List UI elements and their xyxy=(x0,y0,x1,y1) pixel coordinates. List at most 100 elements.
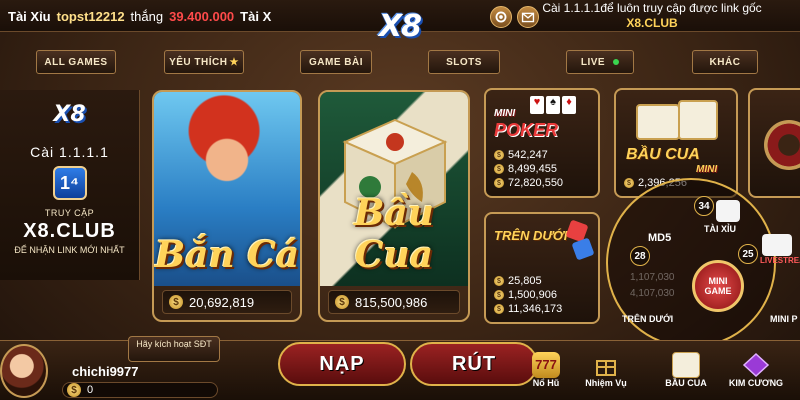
tab-other[interactable]: KHÁC xyxy=(692,50,758,74)
mini-game-button[interactable]: MINI GAME xyxy=(692,260,744,312)
tab-card-games-label: GAME BÀI xyxy=(309,56,363,68)
coin-icon: $ xyxy=(169,295,183,309)
notice-text: Cài 1.1.1.1để luôn truy cập được link gố… xyxy=(542,1,762,15)
mini-poker-partial-label[interactable]: MINI P xyxy=(770,314,798,324)
activate-phone-hint[interactable]: Hãy kích hoạt SĐT xyxy=(128,336,220,362)
game-card-bau-cua[interactable]: Bầu Cua $ 815,500,986 xyxy=(318,90,470,322)
cards-icon: ♥ ♠ ♦ xyxy=(530,96,576,114)
coin-icon: $ xyxy=(494,164,504,174)
value-row: $11,346,173 xyxy=(494,302,562,316)
bau-cua-title: Bầu Cua xyxy=(354,192,434,276)
game-card-tren-duoi[interactable]: TRÊN DƯỚI $25,805 $1,500,906 $11,346,173 xyxy=(484,212,600,324)
mini-poker-value-1: 542,247 xyxy=(508,149,548,161)
coin-icon: $ xyxy=(335,295,349,309)
balance-value: 0 xyxy=(87,384,94,396)
coin-icon: $ xyxy=(494,178,504,188)
livestream-count: 25 xyxy=(738,244,758,264)
value-row: $72,820,550 xyxy=(494,176,563,190)
md5-count: 28 xyxy=(630,246,650,266)
gift-icon xyxy=(592,352,620,378)
ticker-amount: 39.400.000 xyxy=(169,8,235,24)
promo-panel[interactable]: X8 Cài 1.1.1.1 1⁴ TRUY CẬP X8.CLUB ĐỂ NH… xyxy=(0,90,140,280)
faded-value-1: 1,107,030 xyxy=(630,272,675,283)
roulette-icon xyxy=(764,120,800,170)
tab-slots-label: SLOTS xyxy=(446,56,482,68)
nav-no-hu[interactable]: 777 Nổ Hũ xyxy=(516,352,576,388)
promo-tagline: ĐỂ NHẬN LINK MỚI NHẤT xyxy=(14,245,125,255)
coin-icon: $ xyxy=(494,150,504,160)
tab-all-games[interactable]: ALL GAMES xyxy=(36,50,116,74)
balance-bar: $ 0 xyxy=(62,382,218,398)
tren-duoi-value-2: 1,500,906 xyxy=(508,289,557,301)
tab-favorites-label: YÊU THÍCH xyxy=(169,56,228,68)
avatar[interactable] xyxy=(0,344,48,398)
coin-icon: $ xyxy=(624,178,634,188)
tren-duoi-title: TRÊN DƯỚI xyxy=(494,228,568,243)
nav-kim-cuong-label: KIM CƯƠNG xyxy=(728,378,784,388)
game-card-ban-ca[interactable]: Bắn Cá $ 20,692,819 xyxy=(152,90,302,322)
bau-cua-jackpot: $ 815,500,986 xyxy=(328,290,460,314)
coin-icon: $ xyxy=(494,290,504,300)
arrows-icon xyxy=(564,219,595,262)
fish-icon xyxy=(678,100,718,140)
tab-live[interactable]: LIVE xyxy=(566,50,634,74)
deposit-label: NẠP xyxy=(319,352,365,375)
settings-gear-icon[interactable] xyxy=(490,6,512,28)
tab-live-label: LIVE xyxy=(580,56,606,68)
tai-xiu-label[interactable]: TÀI XỈU xyxy=(704,224,736,234)
coin-icon: $ xyxy=(494,304,504,314)
win-ticker: Tài Xỉu topst12212 thắng 39.400.000 Tài … xyxy=(0,0,320,32)
tren-duoi-mini-label[interactable]: TRÊN DƯỚI xyxy=(622,314,673,324)
deposit-button[interactable]: NẠP xyxy=(278,342,406,386)
mini-poker-value-3: 72,820,550 xyxy=(508,177,564,189)
tab-other-label: KHÁC xyxy=(709,56,741,68)
category-tabs: ALL GAMES YÊU THÍCH ★ GAME BÀI SLOTS LIVE… xyxy=(0,48,800,76)
ban-ca-jackpot-value: 20,692,819 xyxy=(189,294,255,310)
jackpot-777-icon: 777 xyxy=(532,352,560,378)
x8-logo: X8 xyxy=(360,4,440,48)
nav-bau-cua[interactable]: BẦU CUA xyxy=(656,352,716,388)
withdraw-label: RÚT xyxy=(451,352,497,375)
tab-card-games[interactable]: GAME BÀI xyxy=(300,50,372,74)
game-card-partial[interactable] xyxy=(748,88,800,198)
mail-icon[interactable] xyxy=(517,6,539,28)
value-row: $542,247 xyxy=(494,148,563,162)
ban-ca-title: Bắn Cá xyxy=(154,234,300,276)
live-dot-icon xyxy=(613,59,620,65)
ticker-next-game: Tài X xyxy=(240,8,272,24)
bau-cua-mini-sub: MINI xyxy=(696,164,718,175)
ticker-game: Tài Xỉu xyxy=(8,8,51,24)
dns-app-icon: 1⁴ xyxy=(52,166,87,200)
tren-duoi-value-1: 25,805 xyxy=(508,275,542,287)
livestream-label[interactable]: LIVESTREAM xyxy=(760,256,800,265)
logo-text: X8 xyxy=(378,8,422,44)
tai-xiu-count: 34 xyxy=(694,196,714,216)
username: chichi9977 xyxy=(72,364,139,379)
livestream-dice-icon[interactable] xyxy=(762,234,792,256)
dns-notice: Cài 1.1.1.1để luôn truy cập được link gố… xyxy=(512,0,792,31)
promo-logo: X8 xyxy=(53,102,86,127)
tab-all-games-label: ALL GAMES xyxy=(44,56,108,68)
nav-bau-cua-label: BẦU CUA xyxy=(665,378,707,388)
promo-domain: X8.CLUB xyxy=(23,220,116,242)
faded-value-2: 4,107,030 xyxy=(630,288,675,299)
bau-cua-dice-icon xyxy=(672,352,700,378)
nav-kim-cuong[interactable]: KIM CƯƠNG xyxy=(726,352,786,388)
ticker-player: topst12212 xyxy=(56,8,125,24)
mini-poker-values: $542,247 $8,499,455 $72,820,550 xyxy=(494,148,563,190)
tab-favorites[interactable]: YÊU THÍCH ★ xyxy=(164,50,244,74)
bau-cua-mini-title: BẦU CUA xyxy=(626,146,700,163)
ticker-verb: thắng xyxy=(130,8,164,24)
game-card-mini-poker[interactable]: ♥ ♠ ♦ MINI POKER $542,247 $8,499,455 $72… xyxy=(484,88,600,198)
md5-label[interactable]: MD5 xyxy=(648,232,671,244)
tai-xiu-dice-icon[interactable] xyxy=(716,200,740,222)
mini-poker-title: POKER xyxy=(494,120,559,140)
coin-icon: $ xyxy=(67,383,81,397)
value-row: $25,805 xyxy=(494,274,562,288)
nav-mission[interactable]: Nhiệm Vụ xyxy=(576,352,636,388)
dice-icon xyxy=(636,104,680,140)
mini-poker-title-top: MINI xyxy=(494,108,516,119)
tab-slots[interactable]: SLOTS xyxy=(428,50,500,74)
mini-game-label-1: MINI xyxy=(708,276,728,286)
bau-cua-jackpot-value: 815,500,986 xyxy=(355,294,428,310)
